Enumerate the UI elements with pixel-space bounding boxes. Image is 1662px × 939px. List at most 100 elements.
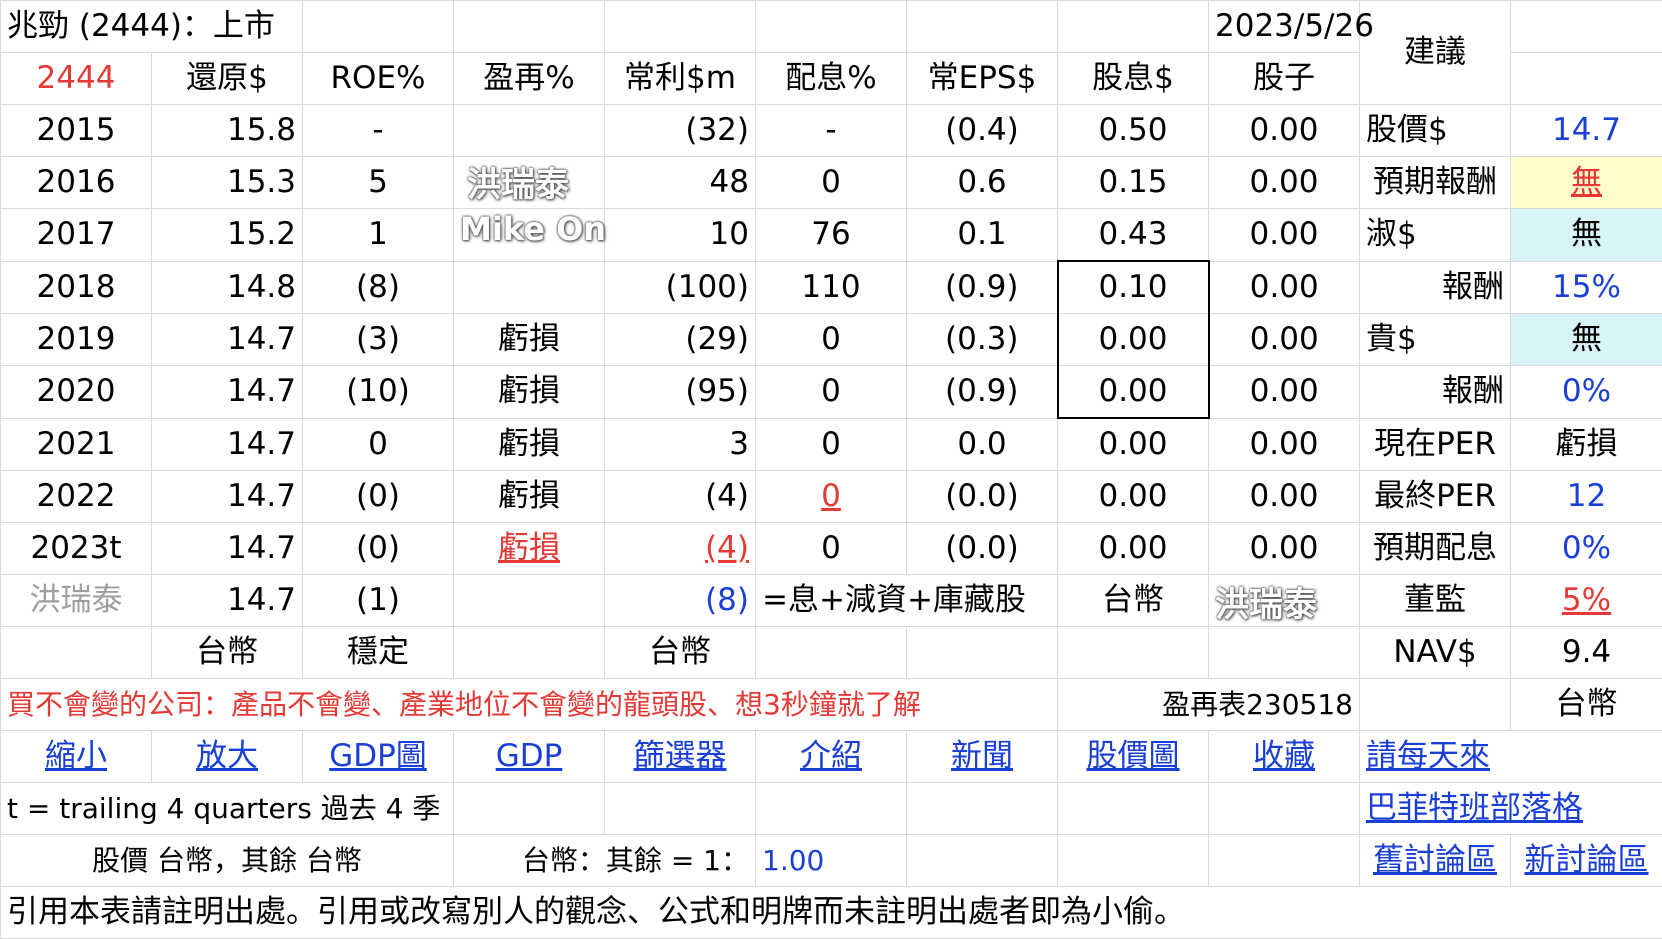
- col-header-profit: 常利$m: [605, 53, 756, 105]
- payout-cell: 0: [756, 523, 907, 575]
- profit-cell[interactable]: (4): [605, 523, 756, 575]
- expected-return-label: 預期報酬: [1360, 157, 1511, 209]
- currency-label: 台幣: [1511, 679, 1662, 731]
- profit-cell: (4): [605, 471, 756, 523]
- dividend-cell: 0.15: [1058, 157, 1209, 209]
- new-forum-link[interactable]: 新討論區: [1511, 835, 1662, 887]
- daily-visit-link[interactable]: 請每天來: [1360, 731, 1662, 783]
- dividend-cell: 0.43: [1058, 209, 1209, 262]
- stock-div-cell: 0.00: [1209, 105, 1360, 157]
- screener-link[interactable]: 篩選器: [605, 731, 756, 783]
- year-cell: 2016: [1, 157, 152, 209]
- motto-text: 買不會變的公司：產品不會變、產業地位不會變的龍頭股、想3秒鐘就了解: [1, 679, 1058, 731]
- table-row: 2023t 14.7 (0) 虧損 (4) 0 (0.0) 0.00 0.00 …: [1, 523, 1662, 575]
- gdp-link[interactable]: GDP: [454, 731, 605, 783]
- stock-div-cell: 0.00: [1209, 471, 1360, 523]
- table-row: 2017 15.2 1 10 76 0.1 0.43 0.00 淑$ 無: [1, 209, 1662, 262]
- reinvest-cell: [454, 105, 605, 157]
- roe-cell: (3): [303, 314, 454, 366]
- reinvest-cell: 虧損: [454, 471, 605, 523]
- news-link[interactable]: 新聞: [907, 731, 1058, 783]
- roe-cell: 1: [303, 209, 454, 262]
- stock-div-cell: 0.00: [1209, 261, 1360, 314]
- table-row: 2015 15.8 - (32) - (0.4) 0.50 0.00 股價$ 1…: [1, 105, 1662, 157]
- price-value: 14.7: [1511, 105, 1662, 157]
- nav-value: 9.4: [1511, 627, 1662, 679]
- roe-cell: (8): [303, 261, 454, 314]
- payout-cell: 0: [756, 314, 907, 366]
- payout-cell: -: [756, 105, 907, 157]
- reinvest-cell: [454, 261, 605, 314]
- expected-dividend-label: 預期配息: [1360, 523, 1511, 575]
- col-header-payout: 配息%: [756, 53, 907, 105]
- price-label: 股價$: [1360, 105, 1511, 157]
- roe-cell: 0: [303, 418, 454, 471]
- dividend-cell: 0.00: [1058, 418, 1209, 471]
- col-header-eps: 常EPS$: [907, 53, 1058, 105]
- profit-unit: 台幣: [605, 627, 756, 679]
- table-row: 洪瑞泰 14.7 (1) (8) =息+減資+庫藏股 台幣 董監 5%: [1, 575, 1662, 627]
- col-header-stock-div: 股子: [1209, 53, 1360, 105]
- dividend-cell: 0.10: [1058, 261, 1209, 314]
- final-per-value: 12: [1511, 471, 1662, 523]
- profit-cell: (100): [605, 261, 756, 314]
- eps-cell: (0.4): [907, 105, 1058, 157]
- zoom-in-link[interactable]: 放大: [152, 731, 303, 783]
- eps-cell: (0.9): [907, 366, 1058, 419]
- cheap-price-label: 淑$: [1360, 209, 1511, 262]
- year-cell: 2022: [1, 471, 152, 523]
- zoom-out-link[interactable]: 縮小: [1, 731, 152, 783]
- final-per-label: 最終PER: [1360, 471, 1511, 523]
- eps-cell: (0.0): [907, 523, 1058, 575]
- blog-link[interactable]: 巴菲特班部落格: [1360, 783, 1662, 835]
- stock-div-cell: 0.00: [1209, 418, 1360, 471]
- reinvest-cell: 虧損: [454, 314, 605, 366]
- col-header-restore: 還原$: [152, 53, 303, 105]
- table-row: 2022 14.7 (0) 虧損 (4) 0 (0.0) 0.00 0.00 最…: [1, 471, 1662, 523]
- restore-cell: 14.7: [152, 575, 303, 627]
- dividend-formula-note: =息+減資+庫藏股: [756, 575, 1058, 627]
- intro-link[interactable]: 介紹: [756, 731, 907, 783]
- roe-cell: (0): [303, 523, 454, 575]
- expected-dividend-value: 0%: [1511, 523, 1662, 575]
- payout-cell: 0: [756, 157, 907, 209]
- restore-cell: 14.7: [152, 314, 303, 366]
- roe-cell: -: [303, 105, 454, 157]
- profit-cell: 48: [605, 157, 756, 209]
- profit-cell: (32): [605, 105, 756, 157]
- restore-cell: 15.3: [152, 157, 303, 209]
- dividend-cell: 0.00: [1058, 366, 1209, 419]
- reinvest-cell: [454, 209, 605, 262]
- table-row: 2019 14.7 (3) 虧損 (29) 0 (0.3) 0.00 0.00 …: [1, 314, 1662, 366]
- advice-header: 建議: [1360, 1, 1511, 105]
- table-row: 2016 15.3 5 48 0 0.6 0.15 0.00 預期報酬 無: [1, 157, 1662, 209]
- restore-cell: 14.7: [152, 523, 303, 575]
- dividend-cell: 0.00: [1058, 523, 1209, 575]
- current-per-value: 虧損: [1511, 418, 1662, 471]
- roe-cell: (0): [303, 471, 454, 523]
- profit-cell: (8): [605, 575, 756, 627]
- reinvest-cell: 虧損: [454, 366, 605, 419]
- stock-div-cell: 0.00: [1209, 209, 1360, 262]
- reinvest-cell[interactable]: 虧損: [454, 523, 605, 575]
- table-row: 2020 14.7 (10) 虧損 (95) 0 (0.9) 0.00 0.00…: [1, 366, 1662, 419]
- payout-cell: 0: [756, 366, 907, 419]
- price-chart-link[interactable]: 股價圖: [1058, 731, 1209, 783]
- stock-code: 2444: [1, 53, 152, 105]
- citation-footer: 引用本表請註明出處。引用或改寫別人的觀念、公式和明牌而未註明出處者即為小偷。: [1, 887, 1662, 939]
- current-per-label: 現在PER: [1360, 418, 1511, 471]
- stock-div-cell: 0.00: [1209, 157, 1360, 209]
- expected-return-value[interactable]: 無: [1511, 157, 1662, 209]
- gdp-chart-link[interactable]: GDP圖: [303, 731, 454, 783]
- payout-cell[interactable]: 0: [756, 471, 907, 523]
- old-forum-link[interactable]: 舊討論區: [1360, 835, 1511, 887]
- col-header-roe: ROE%: [303, 53, 454, 105]
- year-cell: 2015: [1, 105, 152, 157]
- favorite-link[interactable]: 收藏: [1209, 731, 1360, 783]
- eps-cell: 0.1: [907, 209, 1058, 262]
- director-value[interactable]: 5%: [1511, 575, 1662, 627]
- col-header-dividend: 股息$: [1058, 53, 1209, 105]
- currency-note: 股價 台幣，其餘 台幣: [1, 835, 454, 887]
- exchange-rate-value[interactable]: 1.00: [756, 835, 907, 887]
- roe-cell: (1): [303, 575, 454, 627]
